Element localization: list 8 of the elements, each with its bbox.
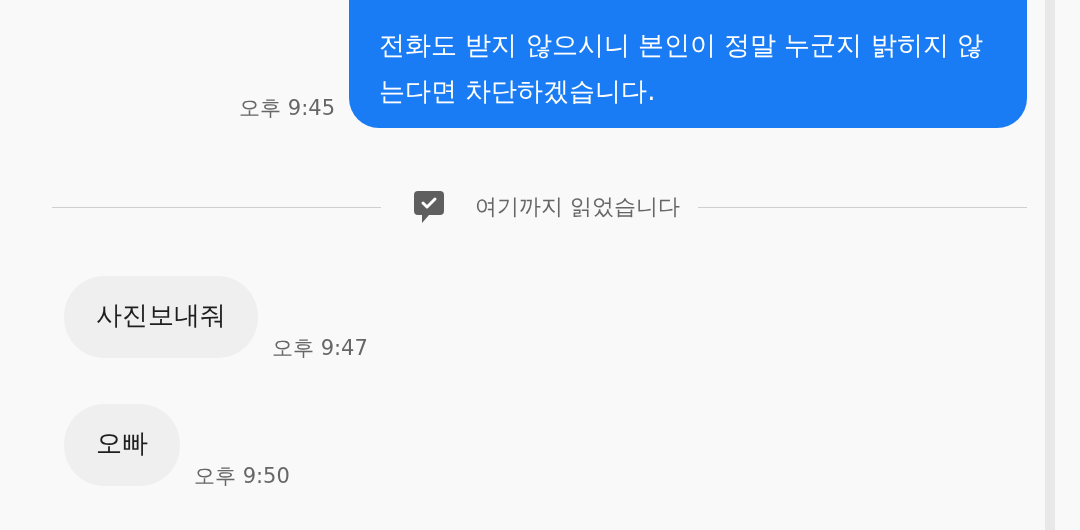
chat-check-icon bbox=[413, 190, 445, 224]
message-time: 오후 9:45 bbox=[239, 95, 335, 122]
message-bubble: 오빠 bbox=[64, 404, 180, 486]
message-time: 오후 9:47 bbox=[272, 335, 368, 362]
read-marker-label: 여기까지 읽었습니다 bbox=[475, 193, 680, 221]
message-bubble: 전화도 받지 않으시니 본인이 정말 누군지 밝히지 않는다면 차단하겠습니다. bbox=[349, 0, 1027, 128]
message-bubble: 사진보내줘 bbox=[64, 276, 258, 358]
message-time: 오후 9:50 bbox=[194, 463, 290, 490]
